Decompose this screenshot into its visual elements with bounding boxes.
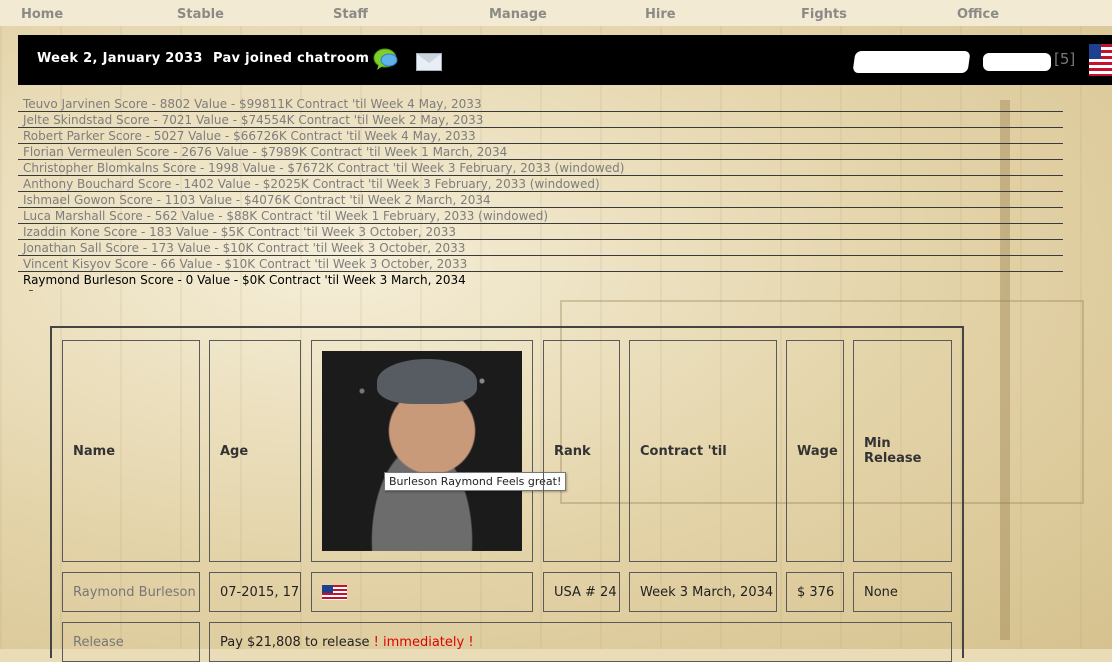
fighter-contract: Week 3 March, 2034 — [629, 572, 777, 612]
portrait-cell: Burleson Raymond Feels great! — [311, 340, 567, 562]
nav-staff[interactable]: Staff — [333, 7, 368, 22]
nav-hire[interactable]: Hire — [645, 7, 676, 22]
roster-row[interactable]: Izaddin Kone Score - 183 Value - $5K Con… — [18, 224, 1063, 240]
fighter-min-release: None — [853, 572, 952, 612]
roster-row[interactable]: Ishmael Gowon Score - 1103 Value - $4076… — [18, 192, 1063, 208]
roster-row-selected[interactable]: Raymond Burleson Score - 0 Value - $0K C… — [18, 272, 1063, 287]
roster-list: Teuvo Jarvinen Score - 8802 Value - $998… — [18, 96, 1063, 287]
nav-fights[interactable]: Fights — [801, 7, 847, 22]
us-flag-icon — [322, 584, 347, 600]
header-min-release: Min Release — [853, 340, 952, 562]
top-navigation: Home Stable Staff Manage Hire Fights Off… — [0, 0, 1112, 26]
header-contract: Contract 'til — [629, 340, 777, 562]
us-flag-icon — [1089, 44, 1112, 76]
header-rank: Rank — [543, 340, 620, 562]
roster-row[interactable]: Florian Vermeulen Score - 2676 Value - $… — [18, 144, 1063, 160]
roster-row[interactable]: Jelte Skindstad Score - 7021 Value - $74… — [18, 112, 1063, 128]
header-age: Age — [209, 340, 301, 562]
status-banner: Week 2, January 2033 Pav joined chatroom… — [18, 35, 1112, 85]
nav-home[interactable]: Home — [21, 7, 63, 22]
header-wage: Wage — [786, 340, 844, 562]
nav-stable[interactable]: Stable — [177, 7, 224, 22]
roster-row[interactable]: Christopher Blomkalns Score - 1998 Value… — [18, 160, 1063, 176]
redacted-username — [852, 51, 971, 73]
fighter-name[interactable]: Raymond Burleson — [62, 572, 200, 612]
roster-row[interactable]: Anthony Bouchard Score - 1402 Value - $2… — [18, 176, 1063, 192]
header-name: Name — [62, 340, 200, 562]
roster-row[interactable]: Luca Marshall Score - 562 Value - $88K C… — [18, 208, 1063, 224]
chat-status: Pav joined chatroom — [213, 51, 370, 66]
fighter-portrait[interactable] — [322, 351, 522, 551]
roster-row[interactable]: Robert Parker Score - 5027 Value - $6672… — [18, 128, 1063, 144]
divider-mark — [29, 290, 33, 291]
mail-icon[interactable] — [416, 53, 442, 71]
release-cell: Pay $21,808 to release ! immediately ! — [209, 622, 952, 662]
release-text[interactable]: Pay $21,808 to release — [220, 635, 370, 650]
fighter-detail-panel: Name Age Burleson Raymond Feels great! R… — [50, 326, 964, 662]
roster-row[interactable]: Vincent Kisyov Score - 66 Value - $10K C… — [18, 256, 1063, 272]
fighter-wage: $ 376 — [786, 572, 844, 612]
chat-bubble-icon[interactable] — [373, 47, 399, 71]
nav-office[interactable]: Office — [957, 7, 999, 22]
roster-row[interactable]: Jonathan Sall Score - 173 Value - $10K C… — [18, 240, 1063, 256]
portrait-hair — [377, 359, 477, 404]
nav-manage[interactable]: Manage — [489, 7, 547, 22]
message-count[interactable]: [5] — [1054, 50, 1075, 68]
nationality-cell — [311, 572, 533, 612]
current-week: Week 2, January 2033 — [37, 51, 203, 66]
roster-row[interactable]: Teuvo Jarvinen Score - 8802 Value - $998… — [18, 96, 1063, 112]
fighter-rank: USA # 24 — [543, 572, 620, 612]
fighter-age: 07-2015, 17 — [209, 572, 301, 612]
redacted-money — [983, 53, 1051, 71]
release-label: Release — [62, 622, 200, 662]
release-immediately-link[interactable]: ! immediately ! — [374, 635, 474, 650]
mood-tooltip: Burleson Raymond Feels great! — [384, 472, 567, 491]
